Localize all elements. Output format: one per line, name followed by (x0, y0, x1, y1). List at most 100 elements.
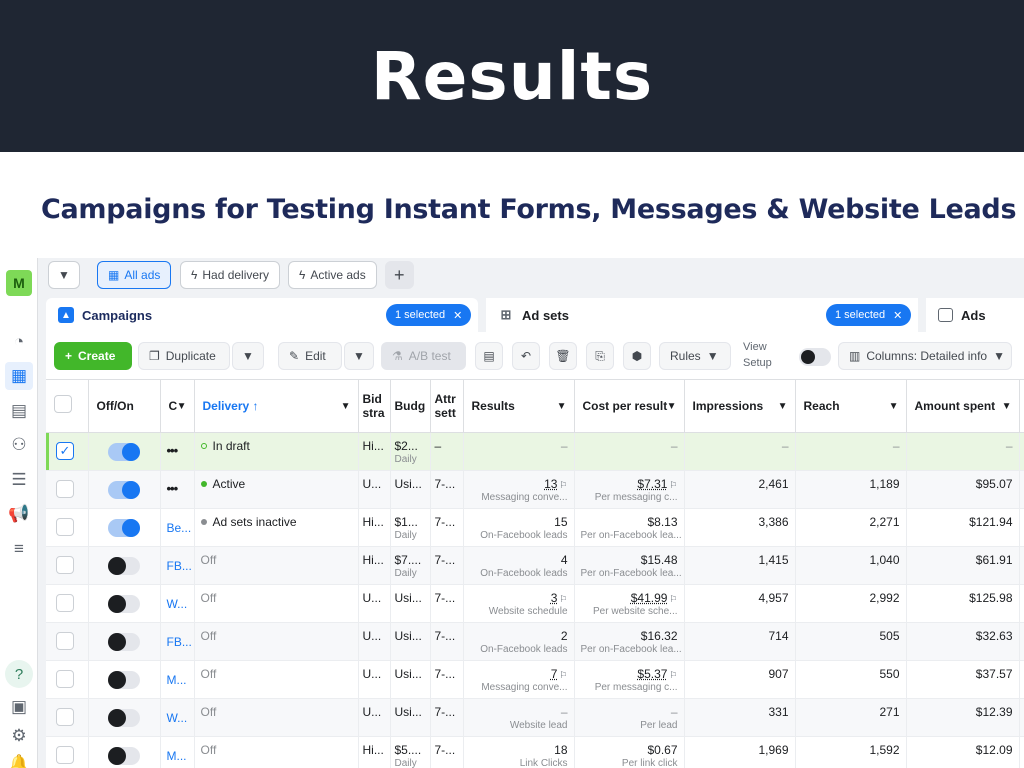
billing-icon[interactable]: ☰ (7, 468, 31, 492)
row-checkbox[interactable] (56, 593, 74, 612)
row-reach-cell: – (795, 432, 907, 471)
table-row[interactable]: W... Off U... Usi... 7-... – Website lead – Per … (46, 698, 1024, 737)
row-spent-cell: $61.91 (906, 546, 1020, 585)
col-impressions[interactable]: Impressions ▼ (684, 380, 796, 433)
columns-dropdown[interactable]: ▥ Columns: Detailed info ▼ (838, 342, 1012, 370)
col-off-on[interactable]: Off/On (88, 380, 161, 433)
tag-icon[interactable]: ⬢ (623, 342, 651, 370)
dashboard-icon[interactable]: ◔ (7, 330, 31, 354)
row-on-off-toggle[interactable] (107, 746, 140, 765)
table-row[interactable]: FB... Off Hi... $7.... Daily 7-... 4 On-Faceboo… (46, 546, 1024, 585)
notifications-bell-icon[interactable]: 🔔 (7, 752, 31, 768)
row-checkbox[interactable] (56, 479, 74, 498)
clipboard-icon[interactable]: ▤ (475, 342, 503, 370)
col-cost-per-result[interactable]: Cost per result ▼ (574, 380, 685, 433)
results-type: Messaging conve... (481, 491, 568, 503)
col-amount-spent[interactable]: Amount spent ▼ (906, 380, 1020, 433)
add-filter-button[interactable]: + (385, 261, 414, 289)
amount-spent-value: $32.63 (975, 628, 1013, 643)
caret-down-icon: ▼ (706, 349, 719, 363)
close-icon[interactable]: ✕ (453, 309, 462, 322)
col-reach[interactable]: Reach ▼ (795, 380, 907, 433)
table-row[interactable]: ••• Active U... Usi... 7-... 13 ⚐ Messaging con… (46, 470, 1024, 509)
duplicate-button[interactable]: ❐ Duplicate (138, 342, 230, 370)
more-options-icon[interactable]: ••• (167, 443, 179, 458)
table-row[interactable]: W... Off U... Usi... 7-... 3 ⚐ Website schedule… (46, 584, 1024, 623)
col-attribution[interactable]: Attr sett (430, 380, 464, 433)
campaign-name-link[interactable]: M... (167, 673, 187, 687)
row-checkbox[interactable] (56, 555, 74, 574)
view-setup-toggle[interactable] (799, 348, 831, 366)
trash-icon[interactable]: 🗑 (549, 342, 577, 370)
account-avatar[interactable]: M (6, 270, 32, 296)
ad-sets-selected-pill[interactable]: 1 selected ✕ (826, 304, 912, 326)
cpr-type: Per lead (640, 719, 678, 731)
ab-test-button[interactable]: ⚗ A/B test (381, 342, 466, 370)
row-on-off-toggle[interactable] (107, 594, 140, 613)
filter-active-ads[interactable]: ϟ Active ads (288, 261, 377, 289)
row-on-off-toggle[interactable] (107, 518, 140, 537)
edit-button[interactable]: ✎ Edit (278, 342, 342, 370)
tab-campaigns[interactable]: ▲ Campaigns 1 selected ✕ (46, 298, 478, 332)
row-on-off-toggle[interactable] (107, 480, 140, 499)
bid-strategy-value: U... (362, 666, 382, 681)
duplicate-dropdown[interactable]: ▼ (232, 342, 264, 370)
select-all-checkbox[interactable] (54, 395, 72, 414)
pages-icon[interactable]: ▣ (7, 695, 31, 719)
col-name[interactable]: C ▼ (160, 380, 195, 433)
info-flag-icon: ⚐ (559, 669, 568, 680)
tab-ads[interactable]: Ads (926, 298, 1024, 332)
table-row[interactable]: ✓ ••• In draft Hi... $2... Daily – – – – – – (46, 432, 1024, 471)
filter-had-delivery[interactable]: ϟ Had delivery (180, 261, 281, 289)
row-checkbox[interactable] (56, 631, 74, 650)
more-options-icon[interactable]: ••• (167, 481, 179, 496)
rules-button[interactable]: Rules ▼ (659, 342, 731, 370)
campaign-name-link[interactable]: FB... (167, 635, 192, 649)
create-button[interactable]: + Create (54, 342, 132, 370)
campaign-name-link[interactable]: FB... (167, 559, 192, 573)
edit-dropdown[interactable]: ▼ (344, 342, 374, 370)
campaign-name-link[interactable]: W... (167, 711, 188, 725)
delivery-status: Off (201, 743, 217, 757)
filter-all-ads[interactable]: ▦ All ads (97, 261, 172, 289)
campaigns-selected-pill[interactable]: 1 selected ✕ (386, 304, 472, 326)
row-on-off-toggle[interactable] (107, 556, 140, 575)
menu-icon[interactable]: ≡ (7, 537, 31, 561)
tab-ad-sets[interactable]: ⊞ Ad sets 1 selected ✕ (486, 298, 918, 332)
row-overflow-cell (1019, 584, 1024, 623)
table-row[interactable]: Be... Ad sets inactive Hi... $1... Daily 7-..… (46, 508, 1024, 547)
row-checkbox[interactable]: ✓ (56, 441, 74, 460)
row-toggle-cell (88, 508, 161, 547)
row-on-off-toggle[interactable] (107, 670, 140, 689)
table-row[interactable]: M... Off Hi... $5.... Daily 7-... 18 Link Click… (46, 736, 1024, 768)
campaign-name-link[interactable]: M... (167, 749, 187, 763)
col-results[interactable]: Results ▼ (463, 380, 575, 433)
row-on-off-toggle[interactable] (107, 708, 140, 727)
budget-period: Daily (394, 757, 417, 768)
table-row[interactable]: M... Off U... Usi... 7-... 7 ⚐ Messaging conve.… (46, 660, 1024, 699)
megaphone-icon[interactable]: 📢 (7, 502, 31, 526)
help-icon[interactable]: ? (5, 660, 33, 688)
row-checkbox[interactable] (56, 745, 74, 764)
row-checkbox[interactable] (56, 707, 74, 726)
reports-icon[interactable]: ▤ (7, 399, 31, 423)
campaigns-table-icon[interactable]: ▦ (5, 362, 33, 390)
row-on-off-toggle[interactable] (107, 632, 140, 651)
row-on-off-toggle[interactable] (107, 442, 140, 461)
col-bid-strategy[interactable]: Bid stra (358, 380, 391, 433)
row-checkbox[interactable] (56, 517, 74, 536)
preview-icon[interactable]: ⎘ (586, 342, 614, 370)
undo-icon[interactable]: ↶ (512, 342, 540, 370)
col-budget[interactable]: Budg (390, 380, 431, 433)
row-delivery-cell: Off (194, 660, 359, 699)
audiences-icon[interactable]: ⚇ (7, 433, 31, 457)
filter-icon[interactable]: ▼ (48, 261, 80, 289)
col-delivery[interactable]: Delivery ↑ ▼ (194, 380, 359, 433)
info-flag-icon: ⚐ (559, 593, 568, 604)
row-checkbox[interactable] (56, 669, 74, 688)
settings-gear-icon[interactable]: ⚙ (7, 724, 31, 748)
campaign-name-link[interactable]: Be... (167, 521, 192, 535)
table-row[interactable]: FB... Off U... Usi... 7-... 2 On-Facebook lead… (46, 622, 1024, 661)
campaign-name-link[interactable]: W... (167, 597, 188, 611)
close-icon[interactable]: ✕ (893, 309, 902, 322)
